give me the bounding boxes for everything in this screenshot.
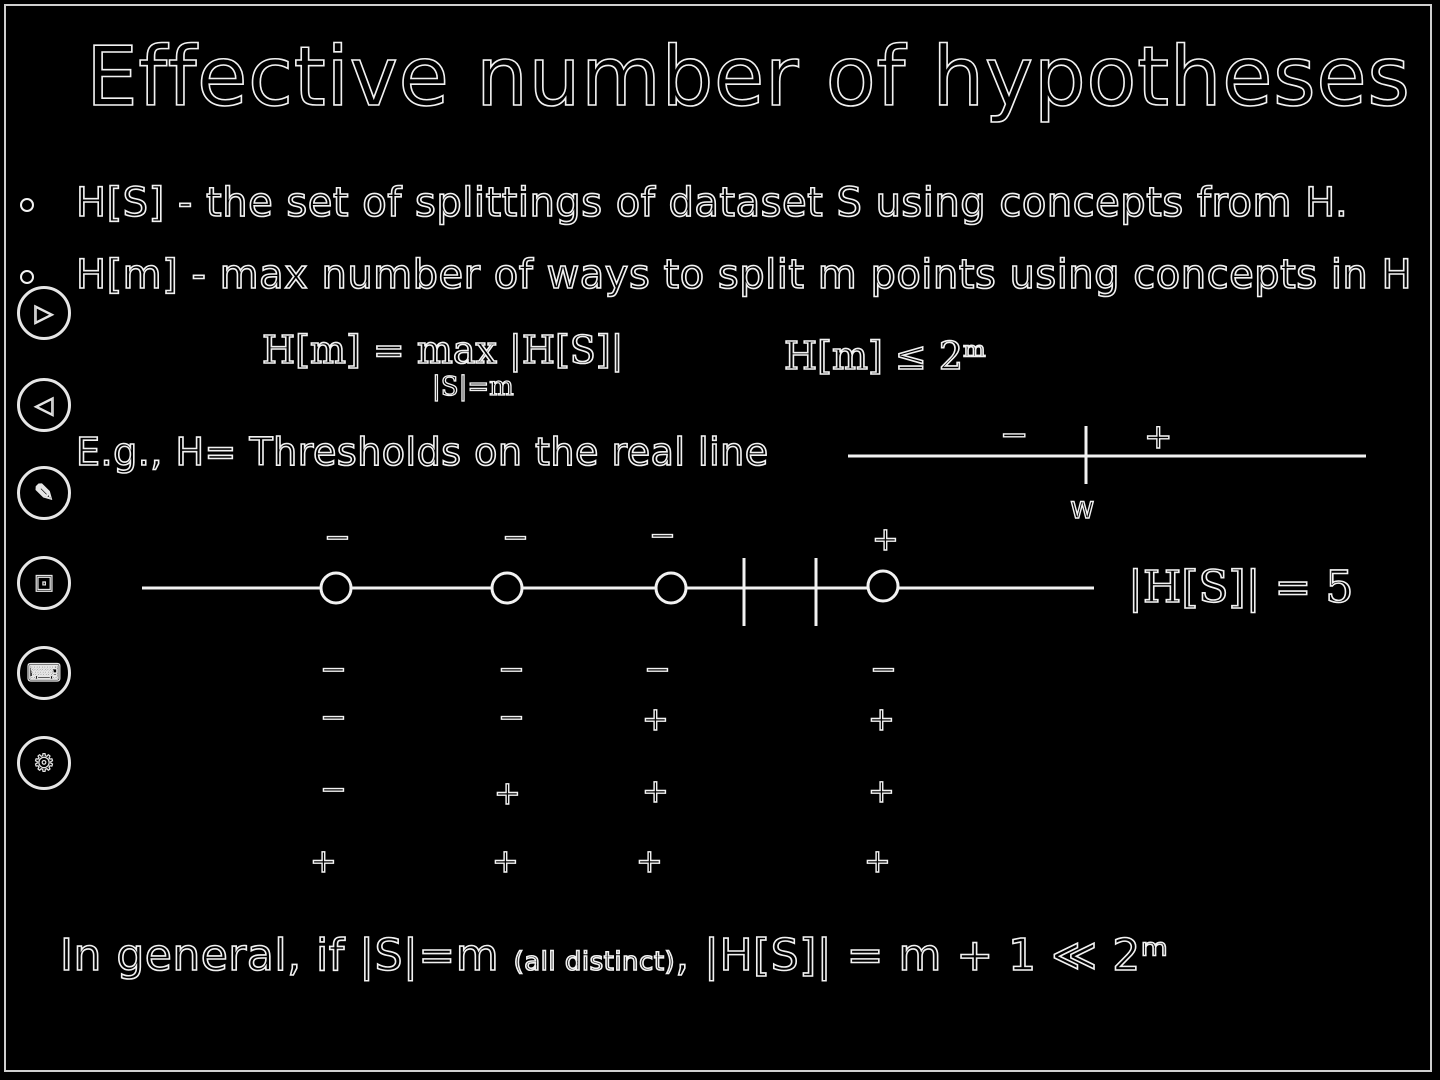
settings-glyph: ⚙ (33, 748, 56, 777)
threshold-plus-label: + (1144, 417, 1173, 457)
toolbox-icon[interactable]: ⊡ (17, 556, 71, 610)
labeling-cell: + (310, 842, 337, 880)
volume-icon[interactable]: ◁ (17, 378, 71, 432)
general-statement: In general, if |S|=m (all distinct), |H[… (59, 929, 1169, 982)
labeling-cell: − (498, 698, 525, 736)
labeling-cell: + (636, 842, 663, 880)
data-point-3 (654, 571, 688, 605)
toolbox-glyph: ⊡ (33, 568, 55, 597)
point-label-2: − (502, 518, 529, 556)
labeling-cell: + (864, 842, 891, 880)
point-label-4: + (872, 520, 899, 558)
pen-glyph: ✎ (33, 478, 55, 507)
labeling-cell: − (320, 698, 347, 736)
volume-glyph: ◁ (34, 390, 54, 419)
labeling-cell: + (868, 700, 895, 738)
labeling-cell: + (868, 772, 895, 810)
labeling-cell: + (492, 842, 519, 880)
settings-icon[interactable]: ⚙ (17, 736, 71, 790)
general-statement-end: , |H[S]| = m + 1 ≪ 2ᵐ (674, 929, 1169, 982)
threshold-w-label: w (1070, 491, 1095, 526)
labeling-cell: − (320, 770, 347, 808)
general-statement-main: In general, if |S|=m (59, 929, 514, 982)
play-icon[interactable]: ▷ (17, 286, 71, 340)
data-point-2 (490, 571, 524, 605)
data-point-1 (319, 571, 353, 605)
labeling-cell: − (644, 650, 671, 688)
pen-icon[interactable]: ✎ (17, 466, 71, 520)
play-glyph: ▷ (34, 298, 54, 327)
keyboard-icon[interactable]: ⌨ (17, 646, 71, 700)
diagram-canvas: − + w − − − + − − − − − − + + − + + + + … (142, 414, 1366, 881)
labeling-cell: + (494, 774, 521, 812)
hs-count-label: |H[S]| = 5 (1127, 561, 1354, 614)
labelings-table: − − − − − − + + − + + + + + + + (309, 649, 897, 880)
point-label-3: − (649, 516, 676, 554)
labeling-cell: − (320, 650, 347, 688)
labeling-cell: + (642, 700, 669, 738)
labeling-cell: − (870, 650, 897, 688)
threshold-minus-label: − (1000, 415, 1029, 455)
labeling-cell: + (642, 772, 669, 810)
general-statement-note: (all distinct) (513, 946, 676, 978)
keyboard-glyph: ⌨ (26, 658, 62, 687)
labeling-cell: − (498, 650, 525, 688)
point-label-1: − (324, 518, 351, 556)
data-point-4 (866, 569, 900, 603)
